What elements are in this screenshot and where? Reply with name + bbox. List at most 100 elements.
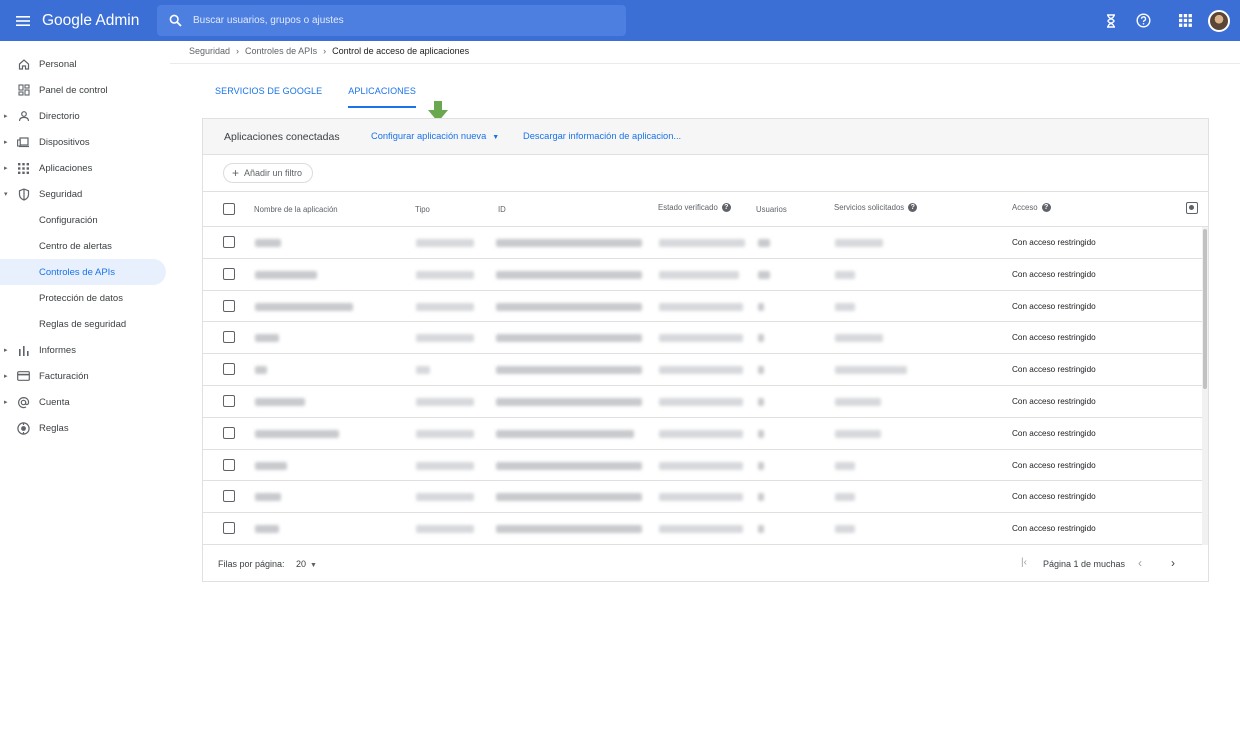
sidebar-item-devices[interactable]: ▸ Dispositivos: [0, 129, 166, 155]
redacted-cell: [835, 398, 881, 406]
sidebar-subitem-data-protection[interactable]: Protección de datos: [0, 285, 166, 311]
redacted-cell: [255, 302, 353, 311]
column-header-access[interactable]: Acceso?: [1012, 203, 1051, 212]
sidebar-subitem-security-rules[interactable]: Reglas de seguridad: [0, 311, 166, 337]
help-icon[interactable]: ?: [908, 203, 918, 212]
redacted-cell: [416, 398, 474, 406]
person-icon: [17, 110, 30, 123]
table-row[interactable]: Con acceso restringido: [203, 481, 1203, 514]
row-checkbox[interactable]: [223, 267, 235, 280]
table-row[interactable]: Con acceso restringido: [203, 418, 1203, 450]
help-icon[interactable]: [1134, 12, 1152, 30]
table-row[interactable]: Con acceso restringido: [203, 386, 1203, 418]
row-checkbox[interactable]: [223, 426, 235, 439]
sidebar-item-apps[interactable]: ▸ Aplicaciones: [0, 155, 166, 181]
app-brand[interactable]: Google Admin: [42, 12, 160, 30]
redacted-cell: [835, 429, 881, 438]
search-input[interactable]: [193, 15, 593, 26]
sidebar-item-label: Informes: [39, 344, 76, 356]
table-row[interactable]: Con acceso restringido: [203, 259, 1203, 291]
download-app-info-link[interactable]: Descargar información de aplicacion...: [523, 131, 681, 141]
table-row[interactable]: Con acceso restringido: [203, 291, 1203, 323]
row-checkbox[interactable]: [223, 331, 235, 344]
card-title: Aplicaciones conectadas: [224, 131, 340, 143]
previous-page-icon[interactable]: ‹: [1138, 556, 1142, 570]
apps-grid-icon[interactable]: [1176, 12, 1194, 30]
redacted-cell: [416, 461, 474, 470]
access-cell: Con acceso restringido: [1012, 524, 1096, 534]
search-box[interactable]: [157, 5, 626, 36]
rules-icon: [17, 421, 30, 435]
column-header-users[interactable]: Usuarios: [756, 205, 787, 214]
sidebar-item-label: Aplicaciones: [39, 162, 93, 174]
expand-caret-icon: ▸: [4, 347, 8, 354]
rows-per-page-value: 20: [296, 559, 307, 569]
sidebar-item-account[interactable]: ▸ Cuenta: [0, 389, 166, 415]
expand-caret-icon: ▸: [4, 165, 8, 172]
scrollbar-thumb[interactable]: [1203, 229, 1207, 389]
table-row[interactable]: Con acceso restringido: [203, 513, 1203, 545]
breadcrumb-item[interactable]: Seguridad: [189, 46, 230, 56]
sidebar-item-security[interactable]: ▾ Seguridad: [0, 181, 166, 207]
next-page-icon[interactable]: ›: [1171, 556, 1175, 570]
redacted-cell: [659, 270, 739, 279]
search-icon: [157, 14, 193, 27]
top-app-bar: Google Admin: [0, 0, 1240, 41]
column-header-type[interactable]: Tipo: [415, 205, 430, 214]
select-all-checkbox[interactable]: [223, 203, 235, 215]
sidebar-item-label: Personal: [39, 58, 77, 70]
table-row[interactable]: Con acceso restringido: [203, 227, 1203, 259]
row-checkbox[interactable]: [223, 458, 235, 471]
first-page-icon[interactable]: |‹: [1021, 557, 1027, 568]
breadcrumb-item[interactable]: Controles de APIs: [245, 46, 317, 56]
table-row[interactable]: Con acceso restringido: [203, 450, 1203, 482]
redacted-cell: [416, 270, 474, 279]
column-settings-icon[interactable]: [1186, 202, 1198, 214]
table-row[interactable]: Con acceso restringido: [203, 354, 1203, 386]
dashboard-icon: [17, 84, 30, 97]
column-label: Acceso: [1012, 203, 1038, 212]
sidebar-item-label: Panel de control: [39, 84, 108, 96]
column-header-name[interactable]: Nombre de la aplicación: [254, 205, 338, 214]
sidebar-item-label: Reglas: [39, 422, 69, 434]
breadcrumb: Seguridad › Controles de APIs › Control …: [189, 46, 469, 56]
sidebar-item-reports[interactable]: ▸ Informes: [0, 337, 166, 363]
help-icon[interactable]: ?: [1041, 203, 1051, 212]
add-filter-button[interactable]: + Añadir un filtro: [223, 163, 314, 183]
row-checkbox[interactable]: [223, 395, 235, 407]
column-label: ID: [498, 205, 506, 214]
sidebar-subitem-alert-center[interactable]: Centro de alertas: [0, 233, 166, 259]
rows-per-page-select[interactable]: 20 ▼: [296, 559, 317, 569]
sidebar-item-directory[interactable]: ▸ Directorio: [0, 103, 166, 129]
breadcrumb-current: Control de acceso de aplicaciones: [332, 46, 470, 56]
row-checkbox[interactable]: [223, 490, 235, 503]
table-row[interactable]: Con acceso restringido: [203, 322, 1203, 355]
help-icon[interactable]: ?: [721, 203, 731, 212]
column-header-verified[interactable]: Estado verificado?: [658, 203, 731, 212]
filter-bar: + Añadir un filtro: [203, 155, 1208, 192]
redacted-cell: [496, 334, 642, 343]
row-checkbox[interactable]: [223, 299, 235, 312]
configure-new-app-button[interactable]: Configurar aplicación nueva ▼: [371, 131, 499, 141]
account-avatar[interactable]: [1208, 9, 1230, 32]
hourglass-icon[interactable]: [1102, 12, 1120, 30]
redacted-cell: [758, 334, 764, 343]
main-menu-button[interactable]: [4, 0, 42, 41]
sidebar-item-rules[interactable]: Reglas: [0, 415, 166, 441]
sidebar-item-personal[interactable]: Personal: [0, 51, 166, 77]
column-header-id[interactable]: ID: [498, 205, 506, 214]
sidebar-item-billing[interactable]: ▸ Facturación: [0, 363, 166, 389]
row-checkbox[interactable]: [223, 363, 235, 376]
hamburger-menu-icon: [16, 15, 30, 26]
sidebar-item-label: Dispositivos: [39, 136, 90, 148]
sidebar-subitem-configuration[interactable]: Configuración: [0, 207, 166, 233]
tab-applications[interactable]: APLICACIONES: [348, 86, 416, 108]
tab-google-services[interactable]: SERVICIOS DE GOOGLE: [215, 86, 322, 108]
sidebar-item-dashboard[interactable]: Panel de control: [0, 77, 166, 103]
page-info: Página 1 de muchas: [1043, 559, 1126, 569]
column-header-services[interactable]: Servicios solicitados?: [834, 203, 918, 212]
sidebar-subitem-api-controls[interactable]: Controles de APIs: [0, 259, 166, 285]
table-scrollbar[interactable]: [1202, 227, 1208, 545]
row-checkbox[interactable]: [223, 522, 235, 535]
row-checkbox[interactable]: [223, 236, 235, 248]
